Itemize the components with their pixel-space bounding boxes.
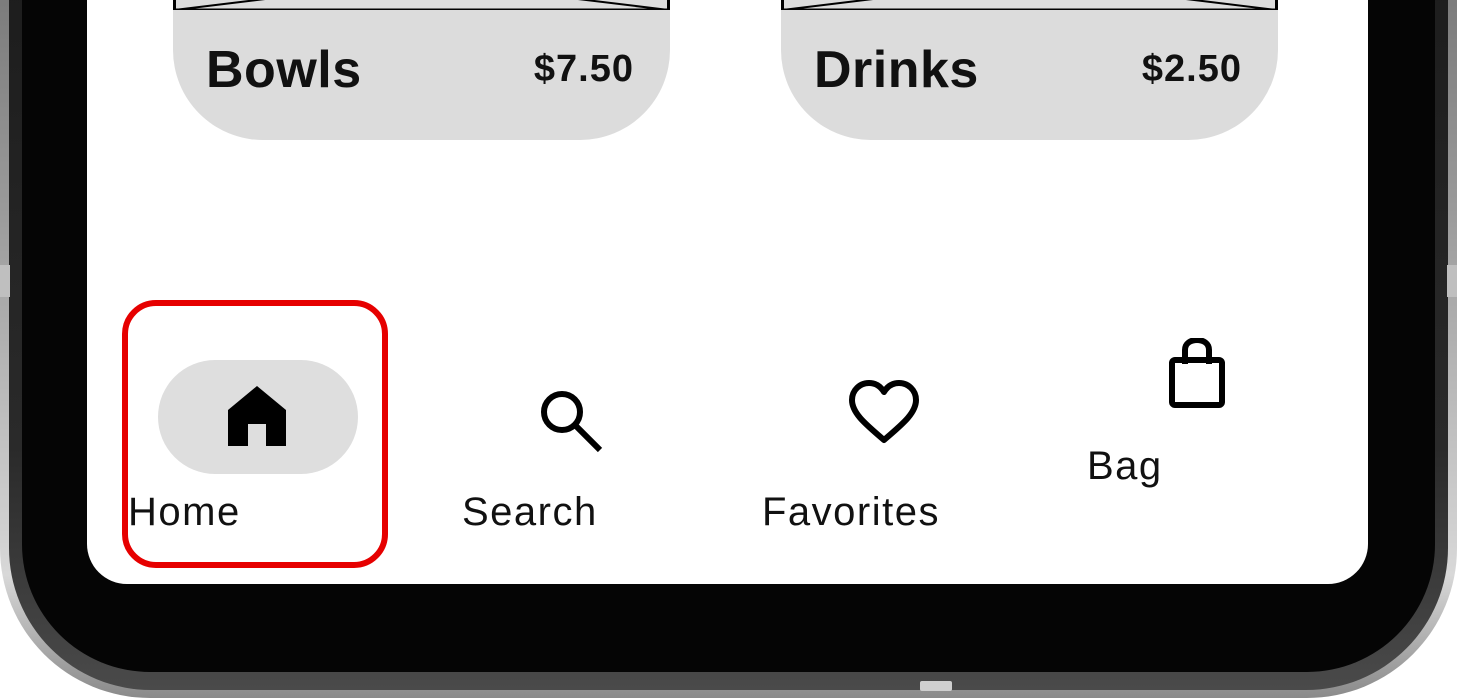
- image-placeholder-icon: [781, 0, 1278, 10]
- side-button-left: [0, 265, 10, 297]
- nav-label-bag: Bag: [1087, 444, 1163, 488]
- shopping-bag-icon: [1167, 336, 1227, 408]
- nav-item-bag[interactable]: Bag: [1087, 336, 1307, 550]
- menu-card-name: Drinks: [814, 41, 979, 99]
- nav-label-favorites: Favorites: [762, 490, 940, 534]
- nav-label-search: Search: [462, 490, 598, 534]
- heart-icon: [848, 380, 920, 446]
- side-button-right: [1447, 265, 1457, 297]
- menu-card-bowls[interactable]: Bowls $7.50: [173, 0, 670, 140]
- menu-card-price: $7.50: [533, 48, 634, 90]
- menu-card-name: Bowls: [206, 41, 362, 99]
- image-placeholder-icon: [173, 0, 670, 10]
- nav-item-search[interactable]: Search: [462, 350, 682, 550]
- selection-highlight: [122, 300, 388, 568]
- nav-item-favorites[interactable]: Favorites: [762, 350, 1006, 550]
- menu-card-price: $2.50: [1141, 48, 1242, 90]
- search-icon: [538, 388, 604, 454]
- menu-card-drinks[interactable]: Drinks $2.50: [781, 0, 1278, 140]
- device-stage: Bowls $7.50 Drinks $2.50 Home Search Fav…: [0, 0, 1467, 700]
- bottom-port: [920, 681, 952, 691]
